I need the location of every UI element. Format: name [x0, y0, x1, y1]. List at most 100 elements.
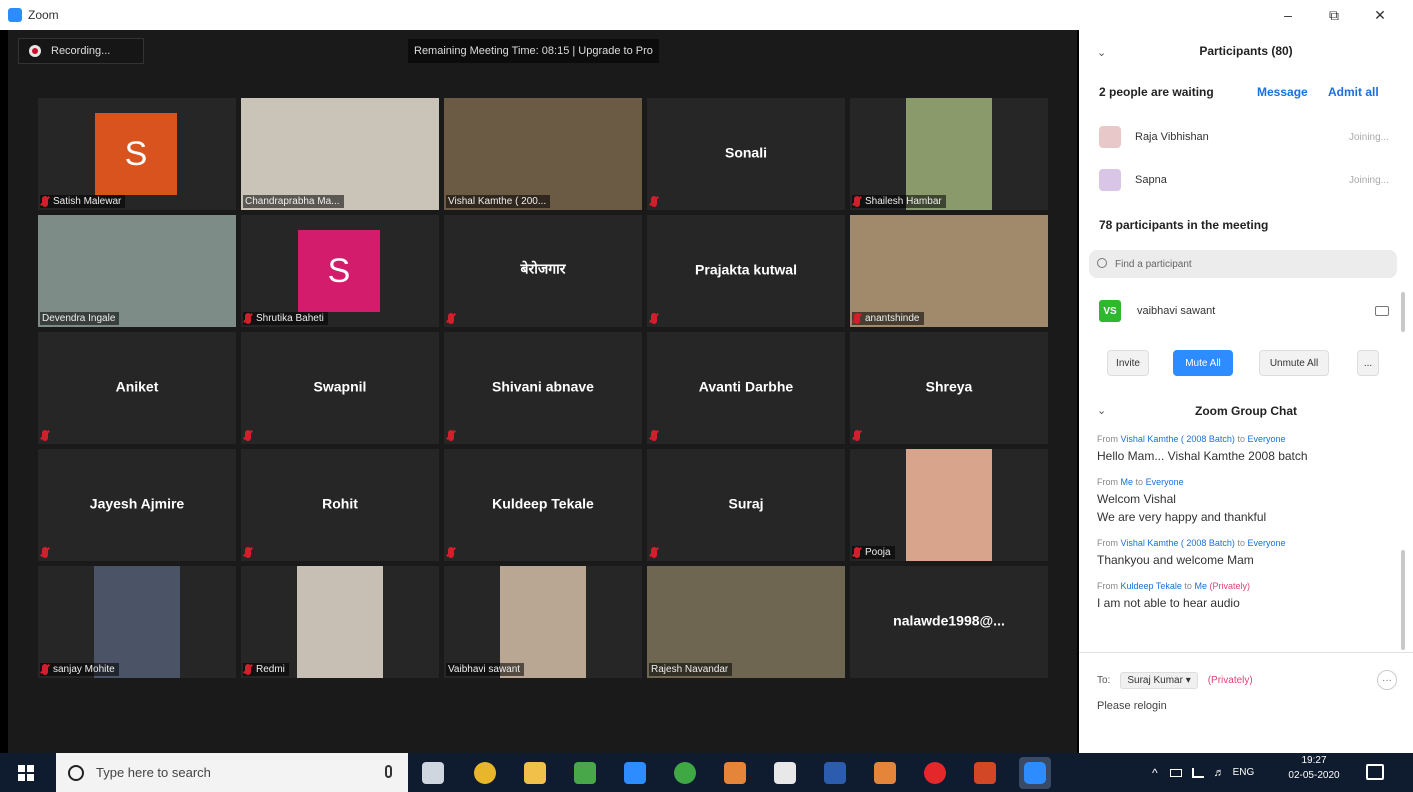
- video-tile[interactable]: Rohit: [241, 449, 439, 561]
- chat-compose-input[interactable]: Please relogin: [1097, 700, 1167, 712]
- waiting-participant[interactable]: Raja Vibhishan Joining...: [1099, 123, 1399, 151]
- video-tile[interactable]: Shivani abnave: [444, 332, 642, 444]
- admit-all-button[interactable]: Admit all: [1328, 85, 1379, 99]
- minimize-button[interactable]: –: [1265, 0, 1311, 30]
- video-tile[interactable]: बेरोजगार: [444, 215, 642, 327]
- mic-muted-icon: [651, 196, 657, 207]
- chat-message-text: Thankyou and welcome Mam: [1097, 553, 1254, 567]
- tile-label: Shailesh Hambar: [852, 195, 946, 208]
- clock-date: 02-05-2020: [1288, 770, 1340, 781]
- video-tile[interactable]: Aniket: [38, 332, 236, 444]
- chrome-icon[interactable]: [474, 762, 496, 784]
- video-tile[interactable]: Redmi: [241, 566, 439, 678]
- file-explorer-icon[interactable]: [524, 762, 546, 784]
- video-tile[interactable]: Avanti Darbhe: [647, 332, 845, 444]
- recording-icon: [29, 45, 41, 57]
- taskbar-clock[interactable]: 19:27 02-05-2020: [1286, 755, 1342, 781]
- more-options-button[interactable]: ...: [1357, 350, 1379, 376]
- video-tile[interactable]: anantshinde: [850, 215, 1048, 327]
- task-view-icon[interactable]: [422, 762, 444, 784]
- video-tile[interactable]: Prajakta kutwal: [647, 215, 845, 327]
- video-tile[interactable]: Vaibhavi sawant: [444, 566, 642, 678]
- opera-icon[interactable]: [924, 762, 946, 784]
- participant-display-name: बेरोजगार: [520, 260, 566, 277]
- unmute-all-button[interactable]: Unmute All: [1259, 350, 1329, 376]
- participant-display-name: Sonali: [724, 144, 767, 161]
- zoom-icon[interactable]: [1019, 757, 1051, 789]
- chat-sender[interactable]: Kuldeep Tekale: [1121, 581, 1182, 591]
- video-tile[interactable]: Jayesh Ajmire: [38, 449, 236, 561]
- restore-button[interactable]: ⧉: [1311, 0, 1357, 30]
- participant-display-name: Prajakta kutwal: [695, 261, 797, 278]
- participant-name-label: Shailesh Hambar: [865, 196, 942, 207]
- video-tile[interactable]: S Satish Malewar: [38, 98, 236, 210]
- invite-button[interactable]: Invite: [1107, 350, 1149, 376]
- chat-message-meta: From Me to Everyone: [1097, 477, 1387, 487]
- network-icon[interactable]: [1191, 767, 1204, 778]
- windows-taskbar: Type here to search ^ ♬ ENG 19:27 02-05-…: [0, 753, 1413, 792]
- recording-indicator[interactable]: Recording...: [18, 38, 144, 64]
- participant-name-label: Devendra Ingale: [42, 313, 116, 324]
- waiting-participant-name: Raja Vibhishan: [1135, 131, 1209, 143]
- mail-icon[interactable]: [774, 762, 796, 784]
- chat-recipient[interactable]: Everyone: [1146, 477, 1184, 487]
- participant-display-name: Rohit: [322, 495, 358, 512]
- video-tile[interactable]: Swapnil: [241, 332, 439, 444]
- battery-icon[interactable]: [1169, 768, 1182, 777]
- volume-icon[interactable]: ♬: [1214, 767, 1225, 779]
- notifications-icon[interactable]: [1366, 764, 1384, 780]
- chat-sender[interactable]: Me: [1121, 477, 1134, 487]
- zoom-logo-icon: [8, 8, 22, 22]
- participant-row[interactable]: VS vaibhavi sawant: [1099, 298, 1389, 324]
- recipient-select[interactable]: Suraj Kumar ▾: [1120, 671, 1198, 689]
- video-tile[interactable]: Kuldeep Tekale: [444, 449, 642, 561]
- matlab2-icon[interactable]: [874, 762, 896, 784]
- mic-muted-icon: [245, 313, 251, 324]
- video-tile[interactable]: Rajesh Navandar: [647, 566, 845, 678]
- edge-icon[interactable]: [624, 762, 646, 784]
- video-tile[interactable]: Pooja: [850, 449, 1048, 561]
- video-tile[interactable]: Vishal Kamthe ( 200...: [444, 98, 642, 210]
- video-tile[interactable]: Chandraprabha Ma...: [241, 98, 439, 210]
- whatsapp-icon[interactable]: [674, 762, 696, 784]
- chat-more-button[interactable]: ···: [1377, 670, 1397, 690]
- chat-sender[interactable]: Vishal Kamthe ( 2008 Batch): [1121, 434, 1235, 444]
- language-indicator[interactable]: ENG: [1233, 767, 1255, 778]
- photos-icon[interactable]: [574, 762, 596, 784]
- windows-start-icon[interactable]: [18, 765, 34, 781]
- word-icon[interactable]: [824, 762, 846, 784]
- tray-expand-icon[interactable]: ^: [1152, 766, 1158, 780]
- video-tile[interactable]: Devendra Ingale: [38, 215, 236, 327]
- mic-muted-icon: [245, 664, 251, 675]
- close-button[interactable]: ✕: [1357, 0, 1403, 30]
- participants-scrollbar[interactable]: [1401, 292, 1405, 332]
- powerpoint-icon[interactable]: [974, 762, 996, 784]
- matlab-icon[interactable]: [724, 762, 746, 784]
- camera-icon[interactable]: [1375, 306, 1389, 316]
- remaining-time-banner[interactable]: Remaining Meeting Time: 08:15 | Upgrade …: [408, 39, 659, 63]
- to-word: to: [1135, 477, 1144, 487]
- video-tile[interactable]: Suraj: [647, 449, 845, 561]
- microphone-icon[interactable]: [385, 765, 392, 778]
- video-tile[interactable]: Shailesh Hambar: [850, 98, 1048, 210]
- chat-recipient[interactable]: Everyone: [1247, 434, 1285, 444]
- mic-muted-icon: [245, 430, 251, 441]
- chat-sender[interactable]: Vishal Kamthe ( 2008 Batch): [1121, 538, 1235, 548]
- chat-recipient[interactable]: Me: [1194, 581, 1207, 591]
- video-tile[interactable]: Shreya: [850, 332, 1048, 444]
- taskbar-search-input[interactable]: Type here to search: [56, 753, 408, 792]
- message-waiting-button[interactable]: Message: [1257, 85, 1308, 99]
- from-word: From: [1097, 538, 1118, 548]
- mute-all-button[interactable]: Mute All: [1173, 350, 1233, 376]
- video-tile[interactable]: nalawde1998@...: [850, 566, 1048, 678]
- participant-name-label: Rajesh Navandar: [651, 664, 729, 675]
- chat-recipient[interactable]: Everyone: [1247, 538, 1285, 548]
- video-tile[interactable]: Sonali: [647, 98, 845, 210]
- chat-scrollbar[interactable]: [1401, 550, 1405, 650]
- in-meeting-title: 78 participants in the meeting: [1099, 218, 1269, 232]
- tile-label: [446, 312, 463, 325]
- participant-search-input[interactable]: Find a participant: [1089, 250, 1397, 278]
- video-tile[interactable]: S Shrutika Baheti: [241, 215, 439, 327]
- video-tile[interactable]: sanjay Mohite: [38, 566, 236, 678]
- waiting-participant[interactable]: Sapna Joining...: [1099, 166, 1399, 194]
